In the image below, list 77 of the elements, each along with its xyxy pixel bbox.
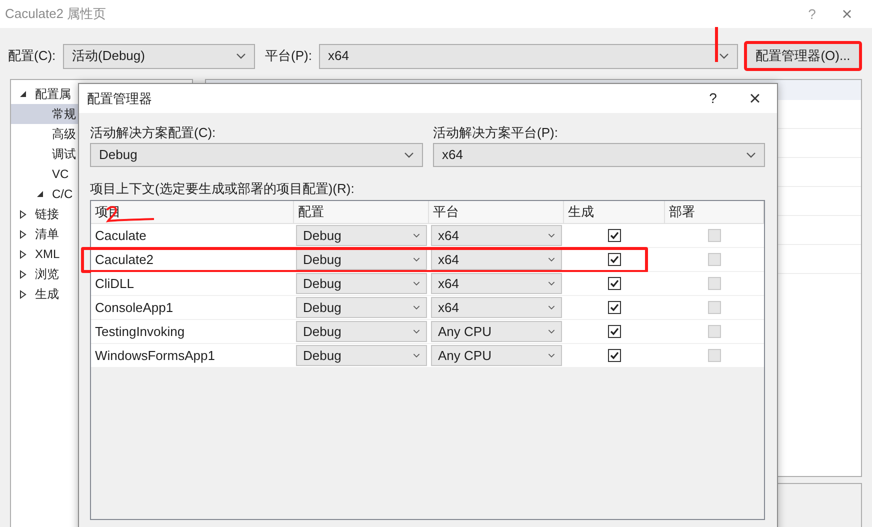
chevron-down-icon <box>548 353 555 358</box>
config-dropdown[interactable]: 活动(Debug) <box>63 44 255 68</box>
solution-platform-label: 活动解决方案平台(P): <box>433 124 559 139</box>
chevron-down-icon <box>236 53 246 59</box>
table-cell-text: ConsoleApp1 <box>94 298 174 317</box>
tree-item[interactable]: 生成 <box>35 285 59 303</box>
chevron-down-icon <box>413 233 420 238</box>
table-cell-text: TestingInvoking <box>94 322 186 341</box>
config-label: 配置(C): <box>8 47 57 66</box>
config-manager-button[interactable]: 配置管理器(O)... <box>744 41 862 71</box>
chevron-down-icon <box>413 305 420 310</box>
row-config-dropdown[interactable]: Debug <box>296 249 427 270</box>
chevron-down-icon <box>548 281 555 286</box>
chevron-down-icon <box>413 281 420 286</box>
expanded-triangle-icon[interactable] <box>19 90 27 98</box>
checkbox[interactable] <box>608 301 621 314</box>
row-platform-dropdown[interactable]: x64 <box>431 273 562 294</box>
collapsed-triangle-icon[interactable] <box>19 210 27 218</box>
table-cell-text: Caculate2 <box>94 250 155 269</box>
tree-item[interactable]: XML <box>35 245 60 263</box>
checkbox[interactable] <box>608 277 621 290</box>
chevron-down-icon <box>746 152 756 158</box>
platform-dropdown[interactable]: x64 <box>319 44 738 68</box>
tree-item[interactable]: 常规 <box>52 105 76 123</box>
row-config-dropdown[interactable]: Debug <box>296 321 427 342</box>
column-header[interactable]: 生成 <box>564 201 665 223</box>
column-header[interactable]: 配置 <box>294 201 429 223</box>
dialog-title: 配置管理器 <box>87 90 153 108</box>
chevron-down-icon <box>413 257 420 262</box>
platform-label: 平台(P): <box>265 47 313 66</box>
column-header[interactable]: 平台 <box>429 201 564 223</box>
row-config-dropdown[interactable]: Debug <box>296 345 427 366</box>
tree-item[interactable]: 调试 <box>52 145 76 163</box>
tree-item[interactable]: 清单 <box>35 225 59 243</box>
solution-config-label: 活动解决方案配置(C): <box>90 124 217 139</box>
chevron-down-icon <box>404 152 414 158</box>
collapsed-triangle-icon[interactable] <box>19 250 27 258</box>
chevron-down-icon <box>548 233 555 238</box>
row-platform-dropdown[interactable]: Any CPU <box>431 345 562 366</box>
tree-item[interactable]: 浏览 <box>35 265 59 283</box>
row-config-dropdown[interactable]: Debug <box>296 273 427 294</box>
help-button[interactable]: ? <box>693 88 733 109</box>
chevron-down-icon <box>548 305 555 310</box>
collapsed-triangle-icon[interactable] <box>19 290 27 298</box>
solution-config-dropdown[interactable]: Debug <box>90 143 423 167</box>
tree-item[interactable]: 链接 <box>35 205 59 223</box>
collapsed-triangle-icon[interactable] <box>19 230 27 238</box>
window-title: Caculate2 属性页 <box>5 5 108 24</box>
tree-item[interactable]: VC <box>52 165 69 183</box>
table-cell-text: CliDLL <box>94 274 136 293</box>
column-header[interactable]: 部署 <box>665 201 764 223</box>
tree-item[interactable]: 配置属 <box>35 85 71 103</box>
checkbox[interactable] <box>608 229 621 242</box>
expanded-triangle-icon[interactable] <box>36 190 44 198</box>
solution-platform-dropdown[interactable]: x64 <box>433 143 765 167</box>
project-context-label: 项目上下文(选定要生成或部署的项目配置)(R): <box>90 180 356 195</box>
checkbox[interactable] <box>608 325 621 338</box>
chevron-down-icon <box>719 53 729 59</box>
chevron-down-icon <box>413 353 420 358</box>
row-platform-dropdown[interactable]: x64 <box>431 297 562 318</box>
chevron-down-icon <box>548 329 555 334</box>
collapsed-triangle-icon[interactable] <box>19 270 27 278</box>
row-config-dropdown[interactable]: Debug <box>296 297 427 318</box>
checkbox[interactable] <box>608 253 621 266</box>
close-button[interactable]: × <box>827 0 867 28</box>
row-config-dropdown[interactable]: Debug <box>296 225 427 246</box>
row-platform-dropdown[interactable]: x64 <box>431 249 562 270</box>
checkbox[interactable] <box>608 349 621 362</box>
tree-item[interactable]: 高级 <box>52 125 76 143</box>
chevron-down-icon <box>413 329 420 334</box>
row-platform-dropdown[interactable]: x64 <box>431 225 562 246</box>
row-platform-dropdown[interactable]: Any CPU <box>431 321 562 342</box>
close-button[interactable]: × <box>733 84 777 114</box>
table-cell-text: Caculate <box>94 226 148 245</box>
tree-item[interactable]: C/C <box>52 185 73 203</box>
chevron-down-icon <box>548 257 555 262</box>
table-cell-text: WindowsFormsApp1 <box>94 346 216 365</box>
